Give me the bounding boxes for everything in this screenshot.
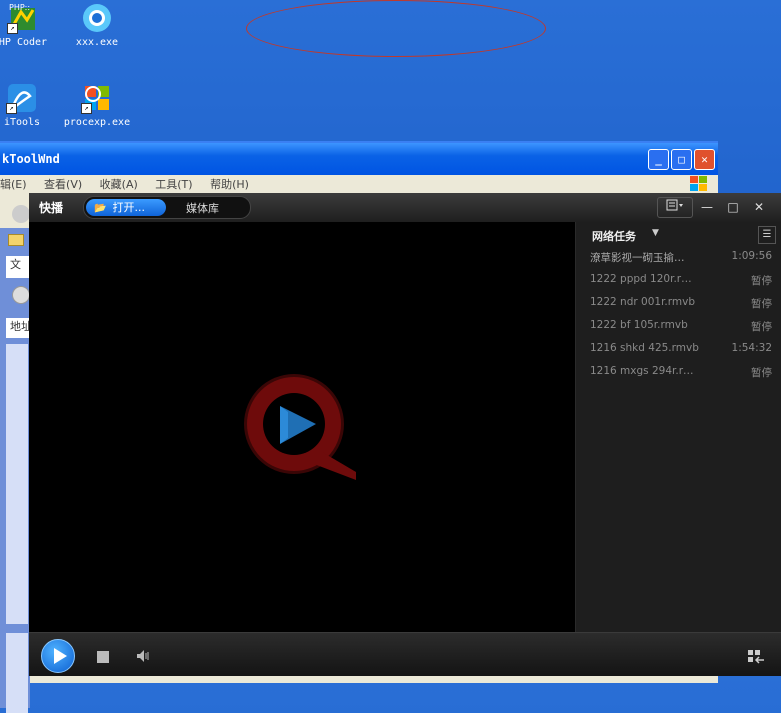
menu-view[interactable]: 查看(V) [44,178,82,191]
desktop-icon-label: HP Coder [0,37,48,48]
task-name: 潦草影视一砌玉揄… [590,252,685,264]
menu-tools[interactable]: 工具(T) [155,178,192,191]
player-window[interactable]: 快播 📂 打开... 媒体库 — □ ✕ 网络任务 ▼ ☰ 潦草影视一砌玉揄… [29,193,781,676]
task-name: 1222 pppd 120r.r… [590,273,692,285]
task-status: 暂停 [751,275,772,287]
panel-toggle-icon[interactable] [747,649,765,669]
play-icon [54,648,67,664]
player-maximize-button[interactable]: □ [723,198,743,217]
task-status: 暂停 [751,298,772,310]
stop-button[interactable] [97,651,109,663]
qvod-logo-icon [244,374,356,480]
explorer-panel [6,344,28,624]
shortcut-arrow-icon: ↗ [7,23,18,34]
network-task-panel: 网络任务 ▼ ☰ 潦草影视一砌玉揄… 1:09:56 1222 pppd 120… [575,222,781,632]
player-mode-button[interactable] [657,197,693,218]
player-close-button[interactable]: ✕ [749,198,769,217]
player-minimize-button[interactable]: — [697,198,717,217]
explorer-close-button[interactable]: ✕ [694,149,715,170]
svg-text:PHP::: PHP:: [9,3,30,12]
explorer-menubar: 辑(E) 查看(V) 收藏(A) 工具(T) 帮助(H) [0,175,718,195]
control-bar [29,632,781,676]
back-button-icon[interactable] [12,205,30,223]
menu-favorites[interactable]: 收藏(A) [100,178,138,191]
video-area[interactable] [31,222,574,632]
desktop-icon-label: xxx.exe [75,37,119,48]
volume-icon[interactable] [135,648,151,668]
player-tabs: 📂 打开... 媒体库 [83,196,251,219]
blue-eye-icon [81,2,113,34]
php-coder-icon: PHP:: ↗ [7,2,39,34]
itools-icon: ↗ [6,82,38,114]
tab-open[interactable]: 📂 打开... [86,199,166,216]
shortcut-arrow-icon: ↗ [6,103,17,114]
folder-icon [8,234,24,246]
task-status: 暂停 [751,321,772,333]
tab-open-label: 打开... [112,201,145,214]
explorer-left-pane: 文 地址 [0,228,32,713]
explorer-titlebar[interactable]: kToolWnd _ □ ✕ [0,143,718,175]
tab-library[interactable]: 媒体库 [186,200,219,216]
task-status: 暂停 [751,367,772,379]
task-status: 1:54:32 [731,342,772,354]
desktop-icon-itools[interactable]: ↗ iTools [0,82,57,128]
explorer-panel [6,633,28,713]
task-item[interactable]: 1222 bf 105r.rmvb 暂停 [590,319,776,337]
task-name: 1222 ndr 001r.rmvb [590,296,696,308]
explorer-minimize-button[interactable]: _ [648,149,669,170]
procexp-icon: ↗ [81,82,113,114]
desktop-icon-hpcoder[interactable]: PHP:: ↗ HP Coder [0,2,58,48]
player-logo: 快播 [39,201,64,215]
menu-edit[interactable]: 辑(E) [0,178,27,191]
red-annotation-oval [246,0,546,57]
dropdown-arrow-icon[interactable]: ▼ [652,228,659,238]
explorer-maximize-button[interactable]: □ [671,149,692,170]
task-item[interactable]: 1222 ndr 001r.rmvb 暂停 [590,296,776,314]
explorer-title: kToolWnd [2,152,60,166]
task-name: 1222 bf 105r.rmvb [590,319,688,331]
menu-help[interactable]: 帮助(H) [210,178,249,191]
task-item[interactable]: 潦草影视一砌玉揄… 1:09:56 [590,250,776,268]
desktop-icon-label: procexp.exe [63,117,131,128]
task-name: 1216 shkd 425.rmvb [590,342,699,354]
task-name: 1216 mxgs 294r.r… [590,365,694,377]
task-item[interactable]: 1216 shkd 425.rmvb 1:54:32 [590,342,776,360]
panel-title[interactable]: 网络任务 [592,228,636,244]
desktop-icon-label: iTools [3,117,41,128]
folder-open-icon: 📂 [94,203,107,214]
task-item[interactable]: 1216 mxgs 294r.r… 暂停 [590,365,776,383]
nav-back-icon[interactable] [12,286,30,304]
mode-icon [666,199,683,211]
desktop-icon-procexp[interactable]: ↗ procexp.exe [62,82,132,128]
shortcut-arrow-icon: ↗ [81,103,92,114]
task-status: 1:09:56 [731,250,772,262]
task-item[interactable]: 1222 pppd 120r.r… 暂停 [590,273,776,291]
play-button[interactable] [41,639,75,673]
desktop-icon-xxx[interactable]: xxx.exe [62,2,132,48]
panel-menu-icon[interactable]: ☰ [758,226,776,244]
player-titlebar[interactable]: 快播 📂 打开... 媒体库 — □ ✕ [29,193,781,222]
